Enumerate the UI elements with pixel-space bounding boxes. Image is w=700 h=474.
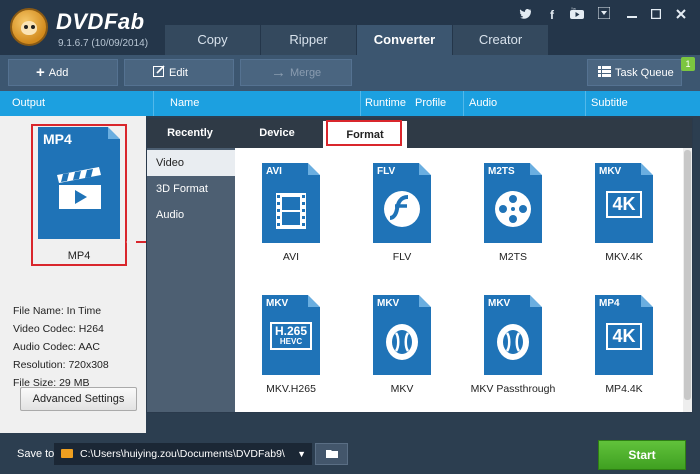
format-popup: Recently Device Format Video 3D Format A…: [146, 118, 693, 413]
merge-icon: →: [271, 64, 286, 81]
4k-icon: 4K: [595, 191, 653, 218]
profile-icon[interactable]: MP4: [38, 127, 120, 239]
format-mkv[interactable]: MKV MKV: [354, 295, 450, 395]
edit-icon: [153, 60, 165, 85]
format-mkv-4k[interactable]: MKV 4K MKV.4K: [576, 163, 672, 263]
film-strip-icon: [276, 193, 306, 229]
open-folder-icon: [326, 450, 338, 458]
format-grid: AVI AVI FLV FLV M2TS M2TS MKV 4K MKV.4K …: [235, 148, 683, 412]
profile-name: MP4: [67, 250, 91, 262]
scroll-thumb[interactable]: [684, 150, 691, 400]
menu-icon[interactable]: [596, 6, 612, 23]
browse-folder-button[interactable]: [315, 443, 348, 465]
list-icon: [598, 60, 611, 85]
task-count-badge: 1: [681, 57, 695, 71]
tab-ripper[interactable]: Ripper: [261, 25, 356, 55]
col-audio: Audio: [469, 97, 498, 109]
svg-text:You: You: [571, 7, 576, 11]
tab-creator[interactable]: Creator: [453, 25, 548, 55]
advanced-settings-button[interactable]: Advanced Settings: [20, 387, 137, 411]
tab-copy[interactable]: Copy: [165, 25, 260, 55]
minimize-icon[interactable]: [624, 7, 640, 23]
app-logo-icon: [10, 8, 48, 46]
facebook-icon[interactable]: f: [544, 7, 560, 23]
mkv-logo-icon: [497, 324, 529, 360]
app-name: DVDFab: [56, 9, 145, 34]
task-queue-button[interactable]: Task Queue: [587, 59, 682, 86]
resolution-info: Resolution: 720x308: [13, 359, 109, 371]
save-path-select[interactable]: C:\Users\huiying.zou\Documents\DVDFab9\ …: [54, 443, 312, 465]
merge-button[interactable]: → Merge: [240, 59, 352, 86]
clapperboard-icon: [57, 167, 101, 209]
audio-codec-info: Audio Codec: AAC: [13, 341, 100, 353]
save-to-label: Save to:: [17, 448, 58, 460]
start-button[interactable]: Start: [598, 440, 686, 470]
save-path-value: C:\Users\huiying.zou\Documents\DVDFab9\: [80, 448, 285, 460]
h265-icon: H.265 HEVC: [262, 322, 320, 350]
column-header: Output Name Runtime Profile Audio Subtit…: [0, 91, 700, 116]
film-reel-icon: [495, 191, 531, 227]
maximize-icon[interactable]: [648, 7, 664, 23]
add-button[interactable]: + Add: [8, 59, 118, 86]
app-version: 9.1.6.7 (10/09/2014): [58, 38, 149, 49]
format-flv[interactable]: FLV FLV: [354, 163, 450, 263]
format-mkv-h265[interactable]: MKV H.265 HEVC MKV.H265: [243, 295, 339, 395]
format-avi[interactable]: AVI AVI: [243, 163, 339, 263]
chevron-down-icon: ▼: [297, 449, 306, 459]
col-name: Name: [170, 97, 200, 109]
col-output: Output: [12, 97, 46, 109]
twitter-icon[interactable]: [517, 7, 533, 23]
plus-icon: +: [36, 64, 45, 81]
edit-button[interactable]: Edit: [124, 59, 234, 86]
col-runtime: Runtime: [365, 97, 406, 109]
format-m2ts[interactable]: M2TS M2TS: [465, 163, 561, 263]
format-mkv-passthrough[interactable]: MKV MKV Passthrough: [465, 295, 561, 395]
format-tab-highlight: [326, 120, 402, 146]
format-mp4-4k[interactable]: MP4 4K MP4.4K: [576, 295, 672, 395]
popup-tabs: Recently Device Format: [147, 119, 692, 148]
video-codec-info: Video Codec: H264: [13, 323, 104, 335]
profile-format-label: MP4: [43, 131, 72, 147]
tab-converter[interactable]: Converter: [357, 25, 452, 55]
close-icon[interactable]: [673, 7, 689, 23]
col-profile: Profile: [415, 97, 447, 109]
4k-icon: 4K: [595, 323, 653, 350]
col-subtitle: Subtitle: [591, 97, 628, 109]
popup-tab-recently[interactable]: Recently: [147, 119, 233, 148]
flash-icon: [384, 191, 420, 227]
format-scrollbar[interactable]: [683, 148, 692, 412]
youtube-icon[interactable]: You: [569, 7, 585, 23]
popup-tab-device[interactable]: Device: [233, 119, 321, 148]
title-bar: DVDFab 9.1.6.7 (10/09/2014) Copy Ripper …: [0, 0, 700, 55]
file-size-info: File Size: 29 MB: [13, 377, 90, 389]
category-3d-format[interactable]: 3D Format: [147, 176, 235, 202]
bottom-bar: Save to: C:\Users\huiying.zou\Documents\…: [0, 433, 700, 474]
toolbar: + Add Edit → Merge Task Queue: [0, 55, 700, 91]
format-category-list: Video 3D Format Audio: [147, 148, 235, 412]
category-audio[interactable]: Audio: [147, 202, 235, 228]
category-video[interactable]: Video: [147, 150, 235, 176]
mkv-logo-icon: [386, 324, 418, 360]
file-name-info: File Name: In Time: [13, 305, 102, 317]
folder-icon: [61, 449, 73, 458]
